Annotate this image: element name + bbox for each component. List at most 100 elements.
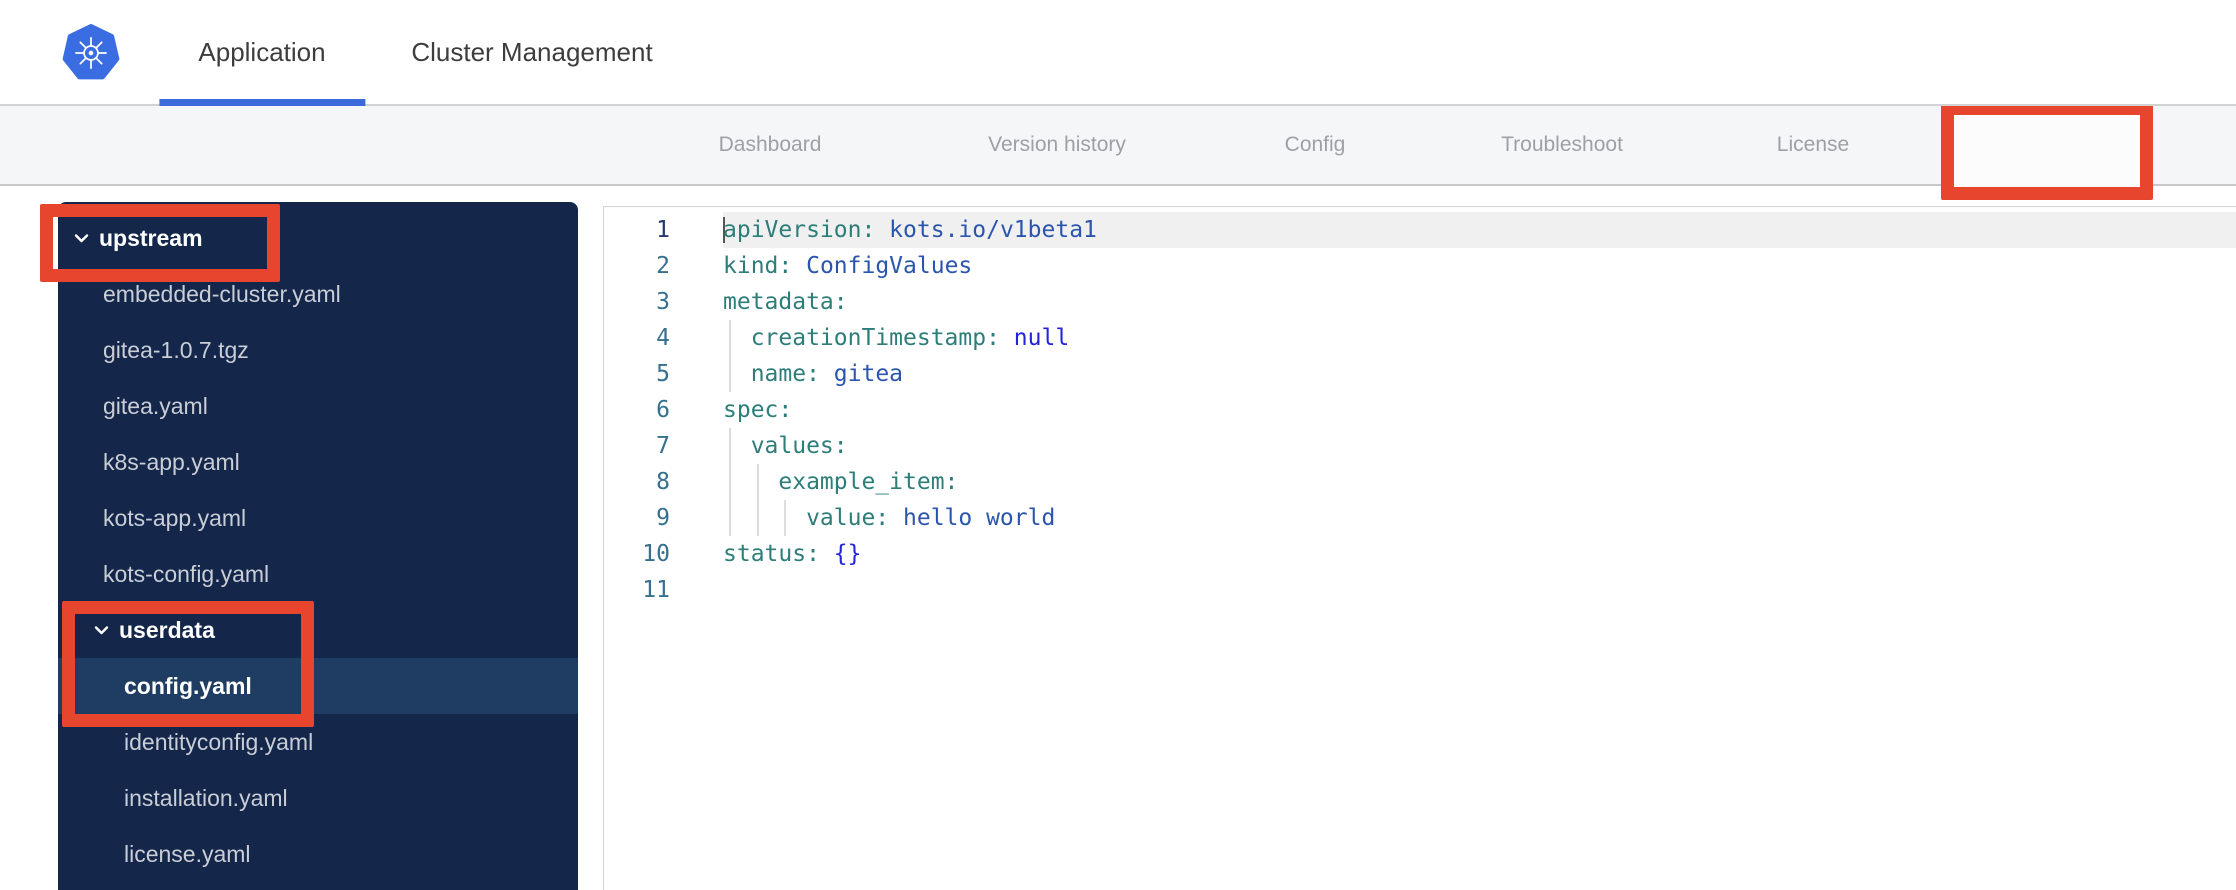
tree-item-label: kots-app.yaml (103, 504, 247, 531)
code-token: null (999, 325, 1070, 351)
kots-admin-console: Application Cluster Management Dashboard V… (0, 0, 2236, 890)
code-line-content: example_item: (723, 464, 2236, 500)
file-k8s-app-yaml[interactable]: k8s-app.yaml (58, 434, 578, 490)
code-token: example_item: (778, 469, 959, 495)
code-line-content: status: {} (723, 536, 2236, 572)
tree-item-label: gitea-1.0.7.tgz (103, 336, 249, 363)
indent-guide (751, 464, 779, 500)
code-token: name: (750, 361, 820, 387)
line-number: 10 (642, 541, 670, 567)
line-number: 3 (656, 289, 670, 315)
folder-userdata[interactable]: userdata (58, 602, 578, 658)
file-installation-yaml[interactable]: installation.yaml (58, 770, 578, 826)
kubernetes-logo-icon (62, 24, 120, 82)
code-token: gitea (819, 361, 904, 387)
tab-version-history[interactable]: Version history (988, 106, 1126, 184)
tree-item-label: kots-config.yaml (103, 560, 270, 587)
code-token: apiVersion: (723, 217, 876, 243)
code-line-2: 2 kind: ConfigValues (604, 248, 2236, 284)
code-line-content: creationTimestamp: null (723, 320, 2236, 356)
line-number: 1 (656, 217, 670, 243)
code-line-content: values: (723, 428, 2236, 464)
indent-guide (723, 356, 751, 392)
top-bar: Application Cluster Management (0, 0, 2236, 106)
line-number: 2 (656, 253, 670, 279)
file-license-yaml[interactable]: license.yaml (58, 826, 578, 882)
code-token: status: (723, 541, 820, 567)
code-line-content: spec: (723, 392, 2236, 428)
code-token: ConfigValues (792, 253, 973, 279)
tree-item-label: config.yaml (124, 672, 252, 699)
code-token: metadata: (723, 289, 848, 315)
tree-item-label: upstream (99, 224, 203, 251)
code-line-content: metadata: (723, 284, 2236, 320)
indent-guide (778, 500, 806, 536)
tab-license[interactable]: License (1777, 106, 1849, 184)
indent-guide (723, 320, 751, 356)
code-line-7: 7 values: (604, 428, 2236, 464)
tree-item-label: installation.yaml (124, 784, 288, 811)
code-token: values: (750, 433, 848, 459)
code-line-8: 8 example_item: (604, 464, 2236, 500)
line-number: 6 (656, 397, 670, 423)
indent-guide (723, 500, 751, 536)
line-number: 11 (642, 577, 670, 603)
line-number: 7 (656, 433, 670, 459)
tab-view-files[interactable]: View files (2003, 106, 2091, 184)
file-identityconfig-yaml[interactable]: identityconfig.yaml (58, 714, 578, 770)
text-cursor (723, 217, 725, 243)
code-token: kots.io/v1beta1 (875, 217, 1097, 243)
tab-config[interactable]: Config (1285, 106, 1346, 184)
indent-guide (723, 464, 751, 500)
tree-item-label: userdata (119, 616, 215, 643)
file-content-editor[interactable]: 1 apiVersion: kots.io/v1beta1 2 kind: Confi… (603, 206, 2236, 890)
line-number: 5 (656, 361, 670, 387)
file-tree: upstream embedded-cluster.yaml gitea-1.0.7… (58, 210, 578, 882)
tab-troubleshoot[interactable]: Troubleshoot (1501, 106, 1623, 184)
file-gitea-1-0-7-tgz[interactable]: gitea-1.0.7.tgz (58, 322, 578, 378)
file-embedded-cluster-yaml[interactable]: embedded-cluster.yaml (58, 266, 578, 322)
file-kots-app-yaml[interactable]: kots-app.yaml (58, 490, 578, 546)
topbar-tab-application[interactable]: Application (198, 0, 325, 104)
code-token: spec: (723, 397, 793, 423)
code-line-9: 9 value: hello world (604, 500, 2236, 536)
code-token: creationTimestamp: (750, 325, 1000, 351)
code-token: kind: (723, 253, 793, 279)
line-number: 9 (656, 505, 670, 531)
code-line-content: value: hello world (723, 500, 2236, 536)
file-kots-config-yaml[interactable]: kots-config.yaml (58, 546, 578, 602)
code-line-10: 10 status: {} (604, 536, 2236, 572)
code-line-3: 3 metadata: (604, 284, 2236, 320)
code-line-1: 1 apiVersion: kots.io/v1beta1 (604, 212, 2236, 248)
code-token: hello world (889, 505, 1056, 531)
code-line-6: 6 spec: (604, 392, 2236, 428)
code-lines: 1 apiVersion: kots.io/v1beta1 2 kind: Confi… (604, 212, 2236, 608)
topbar-tab-cluster-management[interactable]: Cluster Management (411, 0, 652, 104)
tree-item-label: embedded-cluster.yaml (103, 280, 341, 307)
tree-item-label: license.yaml (124, 840, 251, 867)
code-line-content: apiVersion: kots.io/v1beta1 (723, 212, 2236, 248)
file-gitea-yaml[interactable]: gitea.yaml (58, 378, 578, 434)
file-config-yaml[interactable]: config.yaml (58, 658, 578, 714)
code-line-4: 4 creationTimestamp: null (604, 320, 2236, 356)
tree-item-label: identityconfig.yaml (124, 728, 314, 755)
chevron-down-icon (74, 233, 89, 243)
code-line-content: name: gitea (723, 356, 2236, 392)
indent-guide (723, 428, 751, 464)
indent-guide (751, 500, 779, 536)
app-subnav: Dashboard Version history Config Troublesho… (0, 106, 2236, 186)
code-token: value: (806, 505, 890, 531)
tree-item-label: gitea.yaml (103, 392, 208, 419)
line-number: 8 (656, 469, 670, 495)
code-line-content: kind: ConfigValues (723, 248, 2236, 284)
line-number: 4 (656, 325, 670, 351)
folder-upstream[interactable]: upstream (58, 210, 578, 266)
tree-item-label: k8s-app.yaml (103, 448, 240, 475)
chevron-down-icon (94, 625, 109, 635)
tab-dashboard[interactable]: Dashboard (719, 106, 822, 184)
code-token: {} (819, 541, 862, 567)
file-tree-panel: upstream embedded-cluster.yaml gitea-1.0.7… (58, 202, 578, 890)
code-line-11: 11 (604, 572, 2236, 608)
code-line-5: 5 name: gitea (604, 356, 2236, 392)
code-line-content (723, 572, 2236, 608)
